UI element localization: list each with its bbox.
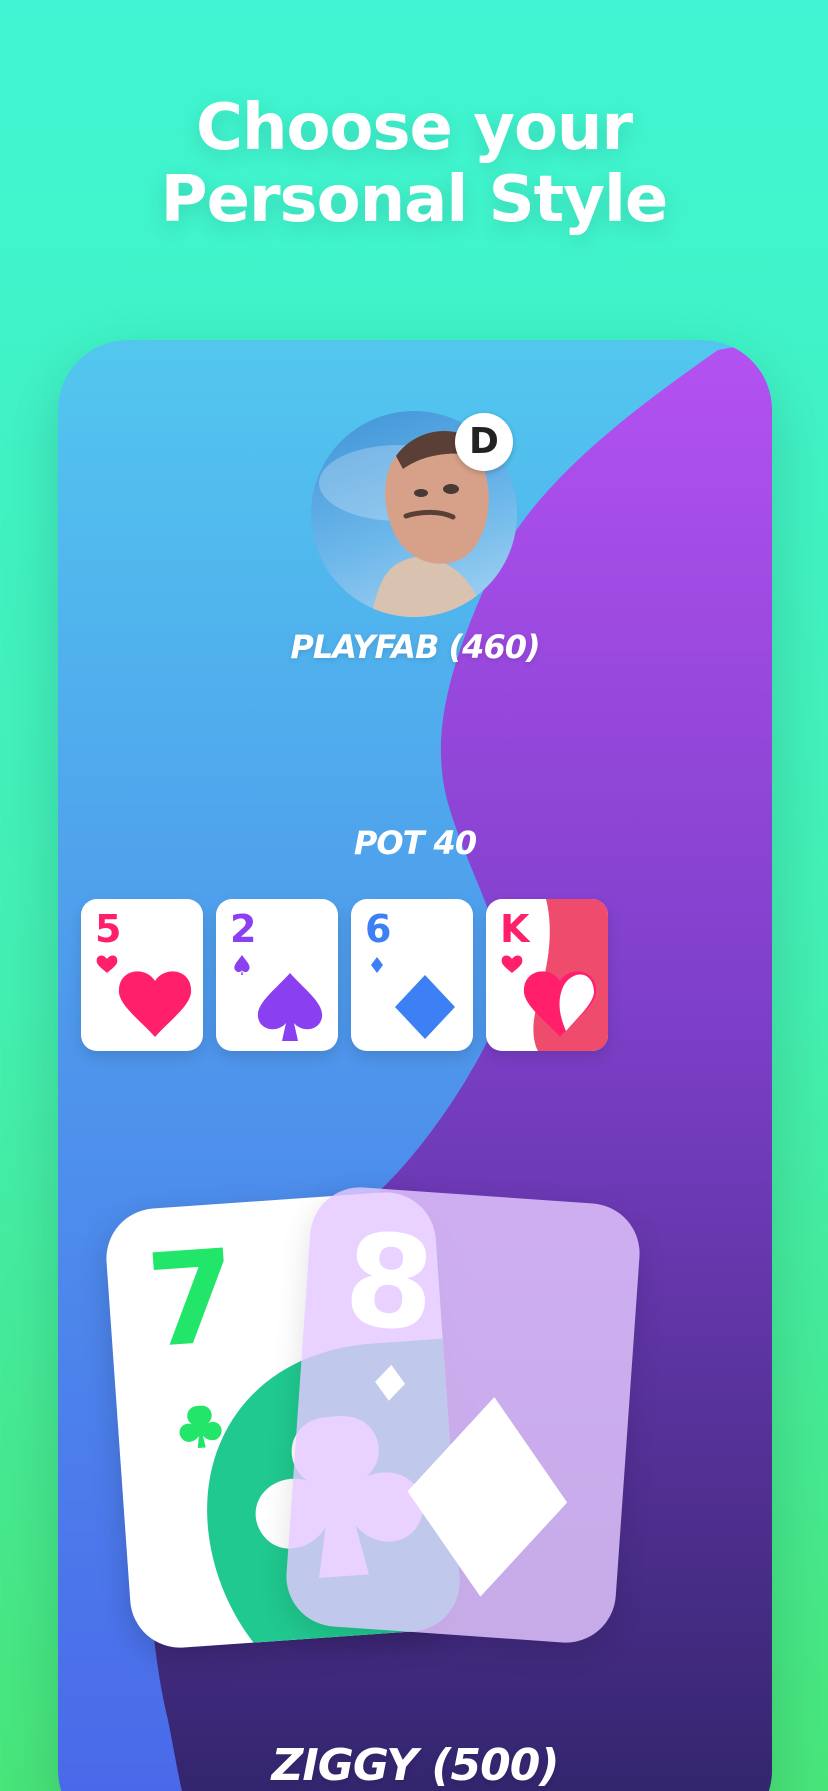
heart-icon bbox=[96, 955, 192, 1037]
board-card-rank: K bbox=[500, 907, 530, 951]
dealer-badge: D bbox=[455, 413, 513, 471]
player-name: ZIGGY (500) bbox=[271, 1740, 560, 1791]
board-card-3[interactable]: 6 bbox=[351, 899, 473, 1051]
game-table: D PLAYFAB (460) POT 40 5 2 6 K 7 8 ZIGGY… bbox=[58, 340, 772, 1791]
board-card-4[interactable]: K bbox=[486, 899, 608, 1051]
pot-label: POT 40 bbox=[353, 824, 477, 862]
board-card-1[interactable]: 5 bbox=[81, 899, 203, 1051]
diamond-icon bbox=[371, 957, 455, 1039]
headline-line-1: Choose your bbox=[195, 91, 633, 165]
screen: Choose your Personal Style D PLAYFAB (46… bbox=[0, 0, 828, 1791]
hole-card-rank: 7 bbox=[142, 1222, 242, 1377]
spade-icon bbox=[234, 955, 323, 1041]
hole-card-2[interactable]: 8 bbox=[283, 1184, 643, 1646]
hole-card-rank: 8 bbox=[339, 1205, 440, 1361]
headline-line-2: Personal Style bbox=[160, 163, 669, 237]
opponent-name: PLAYFAB (460) bbox=[290, 628, 540, 666]
headline: Choose your Personal Style bbox=[0, 92, 828, 236]
board-card-2[interactable]: 2 bbox=[216, 899, 338, 1051]
diamond-icon bbox=[375, 1364, 568, 1597]
